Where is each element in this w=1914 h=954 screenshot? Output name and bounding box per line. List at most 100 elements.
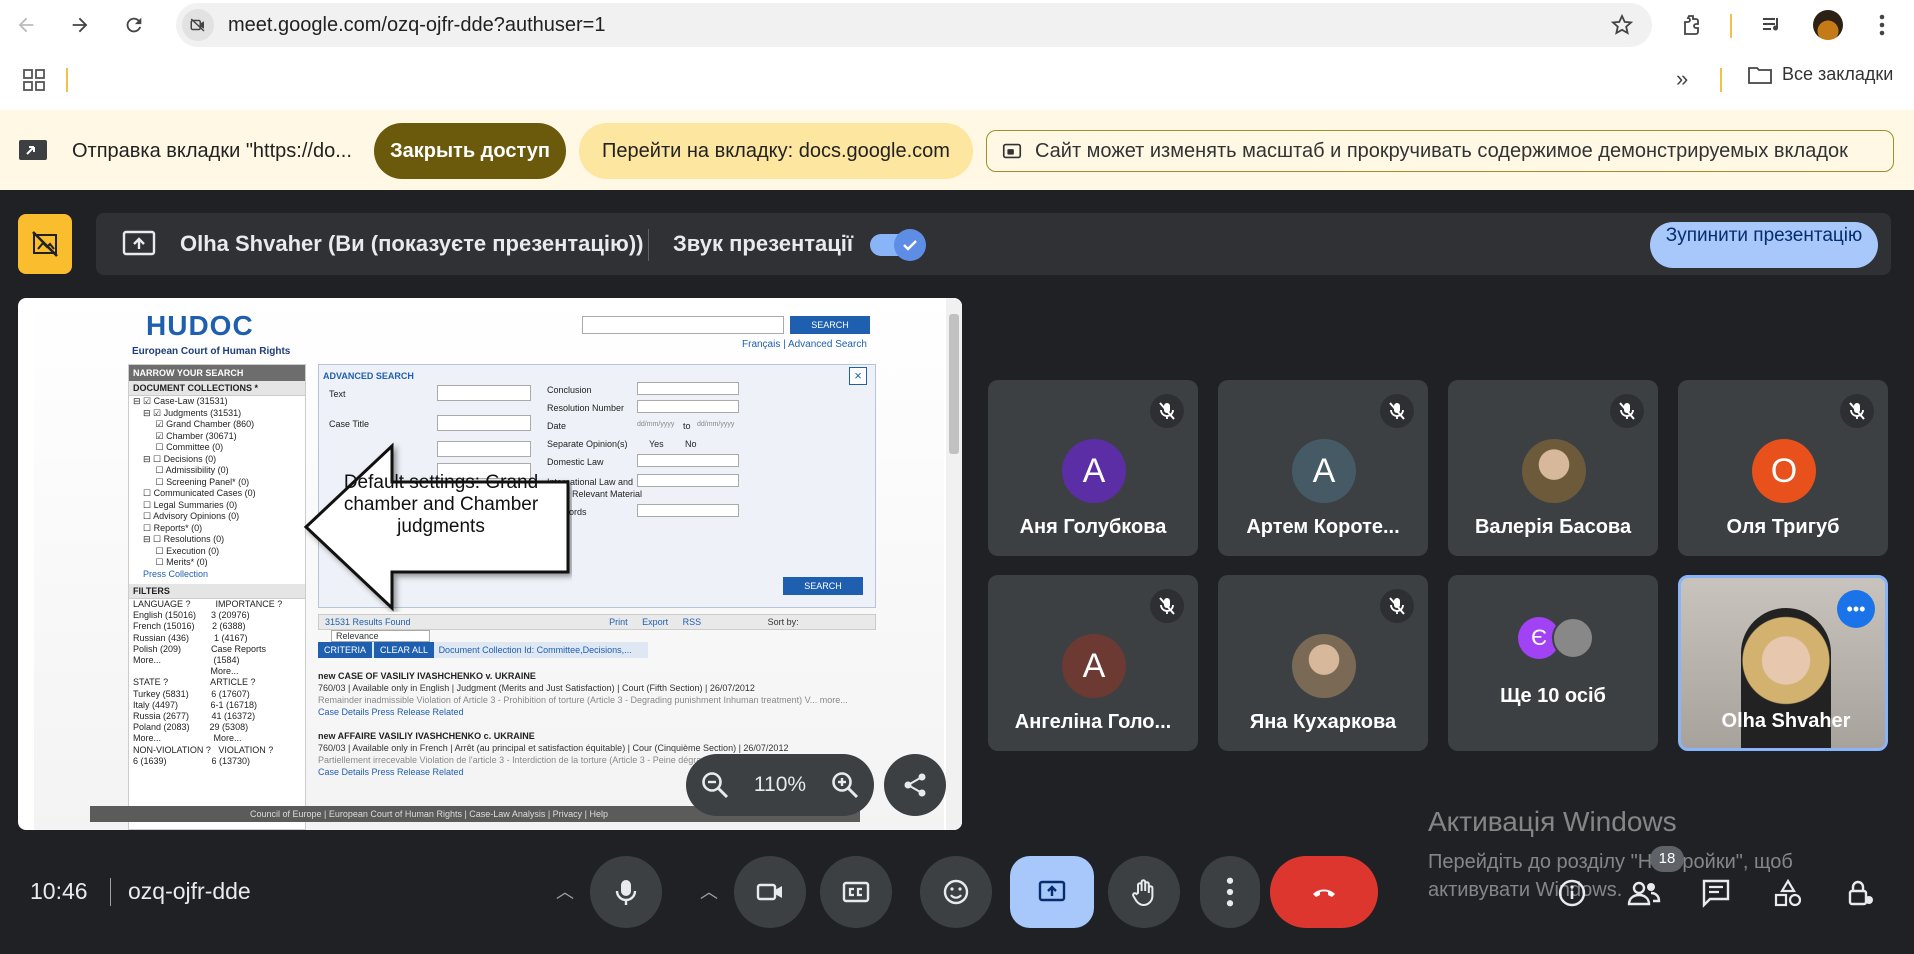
windows-activation-title: Активація Windows — [1428, 806, 1677, 837]
advanced-search-button: SEARCH — [783, 577, 863, 595]
zoom-in-icon[interactable] — [830, 770, 860, 800]
check-icon — [894, 229, 926, 261]
captions-icon — [842, 881, 870, 903]
address-bar[interactable]: meet.google.com/ozq-ojfr-dde?authuser=1 — [176, 3, 1652, 47]
chat-icon[interactable] — [1696, 873, 1736, 913]
shared-screen[interactable]: HUDOC European Court of Human Rights SEA… — [18, 298, 962, 830]
captions-button[interactable] — [820, 856, 892, 928]
filter-row: More... — [133, 666, 239, 677]
participant-name: Оля Тригуб — [1726, 516, 1840, 538]
bookmarks-overflow-icon[interactable]: » — [1676, 66, 1688, 92]
share-icon[interactable] — [884, 754, 946, 816]
mic-off-icon — [1610, 394, 1644, 428]
participant-tile[interactable]: Є Ще 10 осіб — [1448, 575, 1658, 751]
participant-tile[interactable]: А Аня Голубкова — [988, 380, 1198, 556]
emoji-icon — [943, 879, 969, 905]
presentation-audio-toggle[interactable] — [870, 229, 926, 261]
more-options-button[interactable] — [1200, 856, 1260, 928]
more-options-icon[interactable]: ••• — [1837, 590, 1875, 628]
participant-tile[interactable]: О Оля Тригуб — [1678, 380, 1888, 556]
collection-tree-item: ☐ Admissibility (0) — [133, 465, 229, 475]
filter-row: NON-VIOLATION ? VIOLATION ? — [133, 744, 274, 755]
raise-hand-button[interactable] — [1108, 856, 1180, 928]
bookmarks-bar — [0, 50, 1914, 110]
sort-label: Sort by: — [767, 617, 799, 627]
filter-row: French (15016) 2 (6388) — [133, 621, 246, 632]
participant-tile[interactable]: А Ангеліна Голо... — [988, 575, 1198, 751]
narrow-search-panel: NARROW YOUR SEARCH DOCUMENT COLLECTIONS … — [128, 364, 306, 830]
hudoc-subtitle: European Court of Human Rights — [132, 346, 291, 357]
forward-icon[interactable] — [58, 3, 102, 47]
collection-tree-item: ☐ Reports* (0) — [133, 522, 203, 533]
menu-kebab-icon[interactable] — [1866, 9, 1898, 41]
adv-input — [637, 454, 739, 467]
collection-tree-item: Press Collection — [133, 568, 209, 579]
hudoc-links: Français | Advanced Search — [742, 339, 867, 350]
participants-count-badge: 18 — [1650, 846, 1684, 872]
all-bookmarks-label: Все закладки — [1782, 64, 1894, 84]
participant-tile[interactable]: Валерія Басова — [1448, 380, 1658, 556]
shared-screen-scrollbar[interactable] — [946, 298, 962, 830]
audio-options-chevron-icon[interactable]: ︿ — [556, 878, 574, 904]
collection-tree-item: ⊟ ☐ Decisions (0) — [133, 453, 217, 464]
all-bookmarks-button[interactable]: Все закладки — [1748, 64, 1893, 85]
leave-call-button[interactable] — [1270, 856, 1378, 928]
participant-tile[interactable]: Яна Кухаркова — [1218, 575, 1428, 751]
present-now-button[interactable] — [1010, 856, 1094, 928]
adv-field-label: Conclusion — [547, 385, 592, 395]
activities-icon[interactable] — [1768, 873, 1808, 913]
media-control-icon[interactable] — [1756, 9, 1788, 41]
profile-avatar[interactable] — [1812, 9, 1844, 41]
zoom-permission-message[interactable]: Сайт может изменять масштаб и прокручива… — [986, 130, 1894, 172]
stop-presenting-button[interactable]: Зупинити презентацію — [1650, 222, 1878, 268]
reactions-button[interactable] — [920, 856, 992, 928]
participant-tile[interactable]: А Артем Коротe... — [1218, 380, 1428, 556]
case-links: Case Details Press Release Related — [318, 707, 464, 717]
collection-tree-item: ☐ Execution (0) — [133, 545, 220, 556]
hudoc-page: HUDOC European Court of Human Rights SEA… — [34, 298, 944, 830]
clear-all-tag: CLEAR ALL — [374, 642, 435, 658]
collections-tree: ⊟ ☑ Case-Law (31531) ⊟ ☑ Judgments (3153… — [129, 396, 305, 580]
microphone-button[interactable] — [590, 856, 662, 928]
sharing-tab-text: Отправка вкладки "https://do... — [72, 140, 352, 162]
host-controls-icon[interactable] — [1840, 873, 1880, 913]
filter-row: STATE ? ARTICLE ? — [133, 677, 256, 688]
meeting-code: ozq-ojfr-dde — [128, 878, 251, 904]
sort-select: Relevance — [331, 630, 430, 642]
bookmark-star-icon[interactable] — [1610, 13, 1634, 37]
people-icon[interactable] — [1624, 873, 1664, 913]
camera-button[interactable] — [734, 856, 806, 928]
extensions-icon[interactable] — [1676, 9, 1708, 41]
meeting-time: 10:46 — [30, 878, 88, 904]
collection-tree-item: ⊟ ☑ Judgments (31531) — [133, 407, 242, 418]
meeting-info-icon[interactable] — [1552, 873, 1592, 913]
time-divider — [110, 878, 111, 906]
presenter-name: Olha Shvaher (Ви (показуєте презентацію)… — [180, 231, 644, 256]
apps-grid-icon[interactable] — [22, 68, 46, 97]
adv-input — [637, 474, 739, 487]
adv-input — [637, 382, 739, 395]
go-to-tab-button[interactable]: Перейти на вкладку: docs.google.com — [579, 123, 973, 179]
filter-row: Poland (2083) 29 (5308) — [133, 722, 249, 733]
stop-sharing-button[interactable]: Закрыть доступ — [374, 123, 566, 179]
case-meta: 760/03 | Available only in English | Jud… — [318, 683, 755, 693]
camera-off-indicator[interactable] — [18, 214, 72, 274]
reload-icon[interactable] — [112, 3, 156, 47]
collection-tree-item: ☐ Legal Summaries (0) — [133, 499, 238, 510]
criteria-bar: CRITERIA CLEAR ALL Document Collection Id… — [318, 642, 648, 658]
adv-title-input — [437, 415, 531, 431]
browser-toolbar: meet.google.com/ozq-ojfr-dde?authuser=1 — [0, 0, 1914, 50]
url-text[interactable]: meet.google.com/ozq-ojfr-dde?authuser=1 — [228, 14, 605, 37]
case-summary: Remainder inadmissible Violation of Arti… — [318, 695, 848, 705]
case-title: new CASE OF VASILIY IVASHCHENKO v. UKRAI… — [318, 671, 536, 681]
participant-tile[interactable]: ••• Olha Shvaher — [1678, 575, 1888, 751]
avatar: А — [1062, 634, 1126, 698]
collection-tree-item: ☑ Chamber (30671) — [133, 430, 237, 441]
video-options-chevron-icon[interactable]: ︿ — [700, 878, 718, 904]
filters-title: FILTERS — [129, 584, 305, 599]
back-icon[interactable] — [4, 3, 48, 47]
zoom-out-icon[interactable] — [700, 770, 730, 800]
site-info-icon[interactable] — [182, 9, 214, 41]
adv-input — [637, 504, 739, 517]
filter-row: Russian (436) 1 (4167) — [133, 632, 248, 643]
